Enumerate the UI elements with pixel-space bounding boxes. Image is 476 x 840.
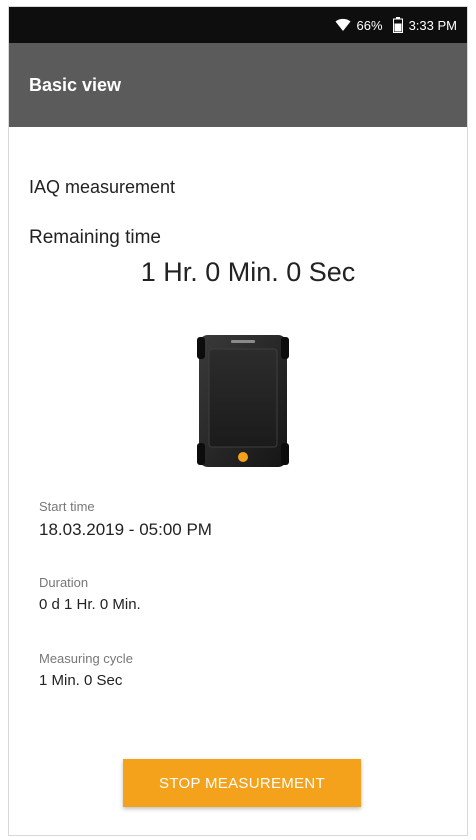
phone-screen: 66% 3:33 PM Basic view IAQ measurement R… bbox=[8, 6, 468, 836]
start-time-label: Start time bbox=[39, 499, 95, 514]
remaining-time-value: 1 Hr. 0 Min. 0 Sec bbox=[140, 257, 356, 287]
measuring-cycle-label: Measuring cycle bbox=[39, 651, 133, 666]
duration-block: Duration 0 d 1 Hr. 0 Min. bbox=[39, 575, 141, 613]
wifi-icon bbox=[335, 18, 351, 32]
app-bar: Basic view bbox=[9, 43, 467, 127]
data-logger-device-image bbox=[197, 333, 289, 469]
measurement-title: IAQ measurement bbox=[29, 177, 176, 197]
page-title: Basic view bbox=[29, 74, 122, 95]
duration-value: 0 d 1 Hr. 0 Min. bbox=[39, 596, 141, 613]
start-time-value: 18.03.2019 - 05:00 PM bbox=[39, 520, 212, 539]
remaining-time-label: Remaining time bbox=[29, 227, 161, 248]
stop-measurement-button[interactable]: STOP MEASUREMENT bbox=[123, 759, 361, 807]
duration-label: Duration bbox=[39, 575, 89, 590]
status-bar: 66% 3:33 PM bbox=[9, 7, 467, 43]
battery-icon bbox=[392, 17, 403, 33]
measuring-cycle-block: Measuring cycle 1 Min. 0 Sec bbox=[39, 651, 133, 689]
start-time-block: Start time 18.03.2019 - 05:00 PM bbox=[39, 499, 212, 540]
status-time: 3:33 PM bbox=[408, 17, 457, 33]
battery-percent: 66% bbox=[356, 17, 383, 33]
measuring-cycle-value: 1 Min. 0 Sec bbox=[39, 672, 123, 689]
